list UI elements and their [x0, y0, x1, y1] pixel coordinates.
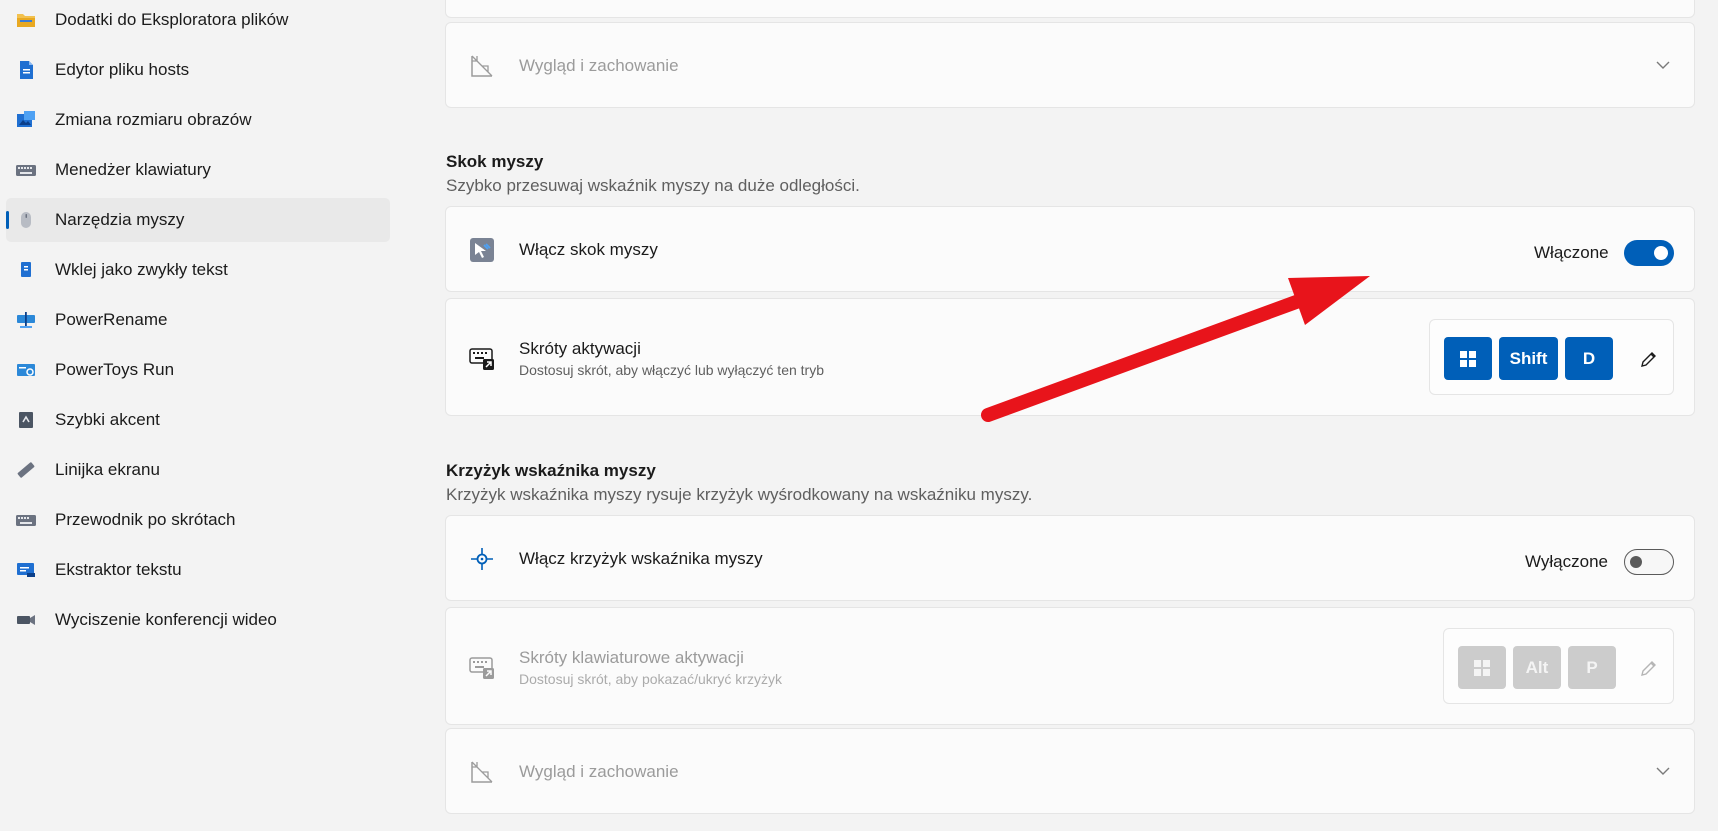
sidebar-item-label: Menedżer klawiatury	[55, 160, 211, 179]
crosshairs-shortcut-card: Skróty klawiaturowe aktywacji Dostosuj s…	[445, 607, 1695, 725]
sidebar-item-label: Dodatki do Eksploratora plików	[55, 10, 289, 29]
text-extractor-icon	[17, 563, 35, 577]
keyboard-shortcut-icon	[469, 657, 494, 679]
appearance-icon	[471, 761, 493, 783]
sidebar-item-label: Wklej jako zwykły tekst	[55, 260, 228, 279]
mouse-jump-enable-card: Włącz skok myszy Włączone	[445, 206, 1695, 292]
crosshairs-enable-card: Włącz krzyżyk wskaźnika myszy Wyłączone	[445, 515, 1695, 601]
sidebar-item-file-explorer-addons[interactable]: Dodatki do Eksploratora plików	[6, 0, 390, 42]
sidebar-item-paste-plain[interactable]: Wklej jako zwykły tekst	[6, 248, 390, 292]
sidebar-item-quick-accent[interactable]: Szybki akcent	[6, 398, 390, 442]
sidebar-item-image-resizer[interactable]: Zmiana rozmiaru obrazów	[6, 98, 390, 142]
key-win	[1444, 337, 1492, 380]
section-title-mouse-jump: Skok myszy	[446, 152, 544, 171]
sidebar-item-hosts-editor[interactable]: Edytor pliku hosts	[6, 48, 390, 92]
sidebar-item-label: Wyciszenie konferencji wideo	[55, 610, 277, 629]
section-description-mouse-jump: Szybko przesuwaj wskaźnik myszy na duże …	[446, 176, 860, 195]
mouse-jump-toggle-state: Włączone	[1534, 243, 1609, 262]
shortcut-editor[interactable]: Shift D	[1429, 319, 1674, 395]
key-win	[1458, 646, 1506, 689]
paste-icon	[21, 262, 31, 277]
folder-icon	[17, 14, 35, 27]
sidebar-item-label: Szybki akcent	[55, 410, 160, 429]
keyboard-icon	[16, 165, 36, 176]
key-p: P	[1568, 646, 1616, 689]
keyboard-guide-icon	[16, 515, 36, 526]
rename-icon	[17, 312, 35, 328]
sidebar-item-label: PowerRename	[55, 310, 168, 329]
mouse-jump-shortcut-card: Skróty aktywacji Dostosuj skrót, aby włą…	[445, 298, 1695, 416]
shortcut-editor-disabled[interactable]: Alt P	[1443, 628, 1674, 704]
mouse-jump-icon	[470, 238, 494, 262]
appearance-expander-top[interactable]: Wygląd i zachowanie	[445, 22, 1695, 108]
section-title-crosshairs: Krzyżyk wskaźnika myszy	[446, 461, 656, 480]
appearance-label: Wygląd i zachowanie	[519, 762, 679, 781]
sidebar-item-label: Linijka ekranu	[55, 460, 160, 479]
appearance-expander-crosshairs[interactable]: Wygląd i zachowanie	[445, 728, 1695, 814]
sidebar-item-label: Edytor pliku hosts	[55, 60, 190, 79]
mouse-icon	[21, 212, 31, 228]
crosshairs-shortcut-description: Dostosuj skrót, aby pokazać/ukryć krzyży…	[519, 671, 782, 687]
crosshairs-toggle-state: Wyłączone	[1525, 552, 1608, 571]
run-icon	[17, 364, 35, 376]
ruler-icon	[17, 462, 35, 478]
selection-indicator	[6, 211, 9, 229]
sidebar-item-screen-ruler[interactable]: Linijka ekranu	[6, 448, 390, 492]
image-resize-icon	[17, 111, 35, 127]
crosshairs-shortcut-title: Skróty klawiaturowe aktywacji	[519, 648, 744, 667]
crosshairs-enable-label: Włącz krzyżyk wskaźnika myszy	[519, 549, 763, 568]
sidebar-item-keyboard-manager[interactable]: Menedżer klawiatury	[6, 148, 390, 192]
accent-icon	[19, 412, 33, 428]
edit-icon[interactable]	[1638, 657, 1660, 679]
mouse-jump-shortcut-description: Dostosuj skrót, aby włączyć lub wyłączyć…	[519, 362, 824, 378]
sidebar-item-label: Zmiana rozmiaru obrazów	[55, 110, 252, 129]
sidebar-item-label: Przewodnik po skrótach	[55, 510, 236, 529]
previous-settings-card	[445, 0, 1695, 18]
edit-icon[interactable]	[1638, 348, 1660, 370]
windows-icon	[1474, 659, 1490, 676]
document-icon	[20, 61, 33, 79]
chevron-down-icon[interactable]	[1654, 56, 1672, 74]
sidebar-item-mouse-utilities[interactable]: Narzędzia myszy	[6, 198, 390, 242]
section-description-crosshairs: Krzyżyk wskaźnika myszy rysuje krzyżyk w…	[446, 485, 1033, 504]
key-alt: Alt	[1513, 646, 1561, 689]
toggle-knob	[1630, 555, 1642, 568]
toggle-knob	[1654, 246, 1668, 260]
sidebar-item-shortcut-guide[interactable]: Przewodnik po skrótach	[6, 498, 390, 542]
sidebar-item-label: Ekstraktor tekstu	[55, 560, 182, 579]
camera-icon	[17, 615, 35, 625]
crosshairs-toggle[interactable]	[1624, 549, 1674, 575]
key-shift: Shift	[1499, 337, 1558, 380]
mouse-jump-toggle[interactable]	[1624, 240, 1674, 266]
mouse-jump-shortcut-title: Skróty aktywacji	[519, 339, 641, 358]
appearance-icon	[471, 55, 493, 77]
keyboard-shortcut-icon	[469, 348, 494, 370]
sidebar-item-powertoys-run[interactable]: PowerToys Run	[6, 348, 390, 392]
mouse-jump-enable-label: Włącz skok myszy	[519, 240, 658, 259]
sidebar-item-label: PowerToys Run	[55, 360, 175, 379]
crosshairs-icon	[471, 548, 493, 570]
sidebar: Dodatki do Eksploratora plików Edytor pl…	[0, 0, 400, 831]
windows-icon	[1460, 350, 1476, 367]
chevron-down-icon[interactable]	[1654, 762, 1672, 780]
appearance-label: Wygląd i zachowanie	[519, 56, 679, 75]
sidebar-item-text-extractor[interactable]: Ekstraktor tekstu	[6, 548, 390, 592]
key-d: D	[1565, 337, 1613, 380]
sidebar-item-powerrename[interactable]: PowerRename	[6, 298, 390, 342]
sidebar-item-video-conference-mute[interactable]: Wyciszenie konferencji wideo	[6, 598, 390, 642]
sidebar-item-label: Narzędzia myszy	[55, 210, 185, 229]
